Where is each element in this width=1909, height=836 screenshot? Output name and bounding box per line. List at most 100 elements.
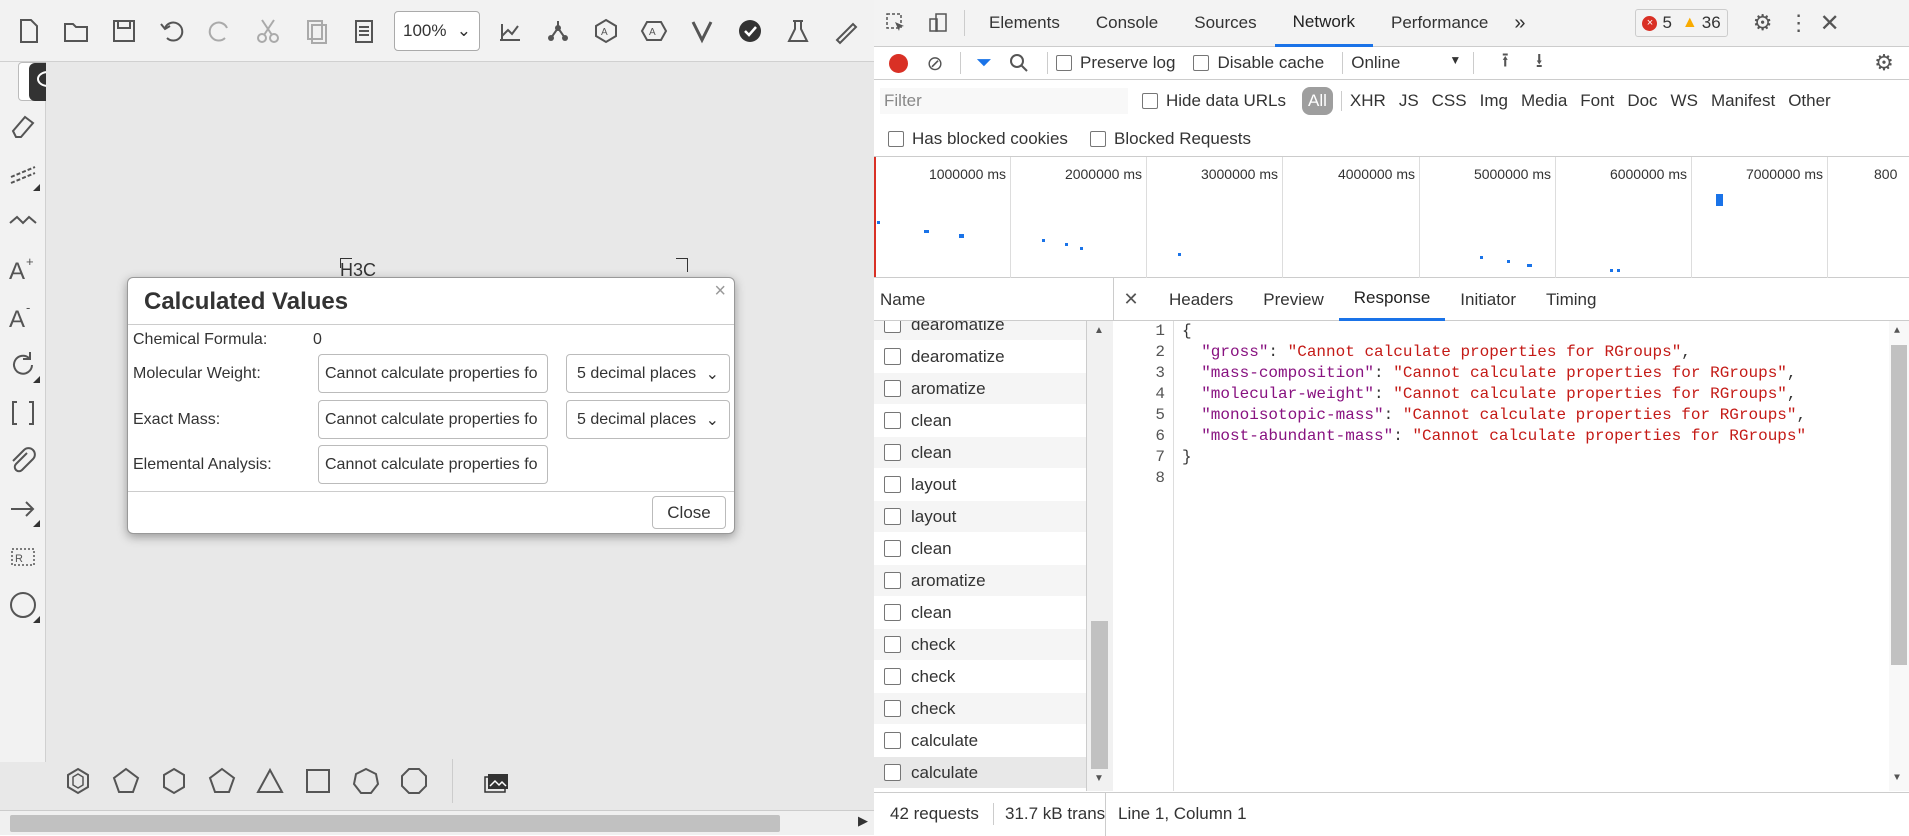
request-row[interactable]: calculate	[874, 725, 1086, 757]
elemental-analysis-field[interactable]: Cannot calculate properties fo	[318, 445, 548, 484]
request-row[interactable]: dearomatize	[874, 321, 1086, 341]
cyclopentane-template[interactable]	[198, 757, 246, 805]
tab-network[interactable]: Network	[1274, 0, 1373, 47]
clear-icon[interactable]: ⊘	[918, 51, 952, 76]
type-css[interactable]: CSS	[1432, 91, 1467, 111]
blocked-requests[interactable]: Blocked Requests	[1090, 126, 1251, 152]
shape-tool[interactable]	[0, 581, 46, 629]
more-options-icon[interactable]: ⋮	[1786, 10, 1812, 36]
attachment-tool[interactable]	[0, 437, 46, 485]
molecular-weight-field[interactable]: Cannot calculate properties fo	[318, 354, 548, 393]
scrollbar-thumb[interactable]	[10, 815, 780, 832]
has-blocked-cookies[interactable]: Has blocked cookies	[888, 126, 1068, 152]
type-ws[interactable]: WS	[1671, 91, 1698, 111]
scroll-up-icon[interactable]: ▲	[1894, 326, 1900, 337]
filter-input[interactable]: Filter	[880, 88, 1128, 114]
request-row[interactable]: aromatize	[874, 565, 1086, 597]
tab-response[interactable]: Response	[1338, 278, 1446, 321]
new-file-icon[interactable]	[4, 7, 52, 55]
tab-timing[interactable]: Timing	[1531, 278, 1611, 321]
network-overview-timeline[interactable]: 1000000 ms 2000000 ms 3000000 ms 4000000…	[874, 157, 1909, 278]
dialog-close-icon[interactable]: ×	[714, 280, 726, 303]
bond-tool[interactable]	[0, 149, 46, 197]
response-scrollbar[interactable]: ▲ ▼	[1889, 321, 1909, 791]
scroll-up-icon[interactable]: ▲	[1094, 325, 1104, 336]
tab-console[interactable]: Console	[1078, 0, 1176, 47]
has-blocked-cookies-checkbox[interactable]	[888, 131, 904, 147]
scrollbar-thumb[interactable]	[1091, 621, 1108, 769]
exact-mass-field[interactable]: Cannot calculate properties fo	[318, 400, 548, 439]
cycloheptane-template[interactable]	[342, 757, 390, 805]
issues-counter[interactable]: × 5 ▲ 36	[1635, 9, 1728, 37]
undo-icon[interactable]	[148, 7, 196, 55]
type-manifest[interactable]: Manifest	[1711, 91, 1775, 111]
scroll-down-icon[interactable]: ▼	[1094, 773, 1104, 784]
copy-icon[interactable]	[292, 7, 340, 55]
redo-icon[interactable]	[196, 7, 244, 55]
sgroup-tool[interactable]	[0, 389, 46, 437]
chain-tool[interactable]	[0, 197, 46, 245]
request-list-scrollbar[interactable]: ▲ ▼	[1087, 321, 1113, 791]
cyclopropane-template[interactable]	[246, 757, 294, 805]
tab-headers[interactable]: Headers	[1154, 278, 1248, 321]
type-img[interactable]: Img	[1480, 91, 1508, 111]
search-icon[interactable]	[999, 53, 1039, 73]
filter-icon[interactable]: ⏷	[969, 52, 999, 75]
reaction-arrow-tool[interactable]	[0, 485, 46, 533]
name-column-header[interactable]: Name	[880, 290, 925, 310]
request-row[interactable]: aromatize	[874, 373, 1086, 405]
benzene-template[interactable]	[54, 757, 102, 805]
cyclobutane-template[interactable]	[294, 757, 342, 805]
calculate-icon[interactable]	[774, 7, 822, 55]
paste-icon[interactable]	[340, 7, 388, 55]
request-row[interactable]: clean	[874, 597, 1086, 629]
type-xhr[interactable]: XHR	[1350, 91, 1386, 111]
open-file-icon[interactable]	[52, 7, 100, 55]
type-js[interactable]: JS	[1399, 91, 1419, 111]
request-row[interactable]: clean	[874, 405, 1086, 437]
clean-icon[interactable]	[534, 7, 582, 55]
tab-elements[interactable]: Elements	[971, 0, 1078, 47]
settings-gear-icon[interactable]: ⚙	[1740, 10, 1786, 36]
layout-icon[interactable]	[486, 7, 534, 55]
preserve-log-checkbox[interactable]	[1056, 55, 1072, 71]
device-toolbar-icon[interactable]	[918, 0, 958, 47]
template-library[interactable]	[473, 757, 521, 805]
pen-icon[interactable]	[822, 7, 870, 55]
more-tabs-icon[interactable]: »	[1506, 0, 1533, 47]
scroll-down-icon[interactable]: ▼	[1894, 773, 1900, 784]
hide-data-urls-checkbox[interactable]	[1142, 93, 1158, 109]
rgroup-tool[interactable]: R	[0, 533, 46, 581]
request-row[interactable]: layout	[874, 501, 1086, 533]
type-media[interactable]: Media	[1521, 91, 1567, 111]
charge-plus-tool[interactable]: A +	[0, 245, 46, 293]
tab-performance[interactable]: Performance	[1373, 0, 1506, 47]
inspect-element-icon[interactable]	[874, 0, 918, 47]
export-har-icon[interactable]: ⭳	[1524, 46, 1554, 80]
cut-icon[interactable]	[244, 7, 292, 55]
disable-cache-checkbox[interactable]	[1193, 55, 1210, 71]
zoom-select[interactable]: 100% ⌄	[394, 10, 480, 51]
check-icon[interactable]	[726, 7, 774, 55]
type-other[interactable]: Other	[1788, 91, 1831, 111]
cyclohexane-template[interactable]	[150, 757, 198, 805]
record-icon[interactable]	[878, 53, 918, 73]
throttle-select[interactable]: Online ▼	[1351, 53, 1461, 73]
request-row[interactable]: calculate	[874, 757, 1086, 789]
tab-initiator[interactable]: Initiator	[1445, 278, 1531, 321]
scrollbar-thumb[interactable]	[1891, 345, 1907, 665]
stereo-icon[interactable]	[678, 7, 726, 55]
type-font[interactable]: Font	[1580, 91, 1614, 111]
request-row[interactable]: check	[874, 693, 1086, 725]
exact-mass-decimals-select[interactable]: 5 decimal places ⌄	[566, 400, 730, 439]
request-row[interactable]: clean	[874, 437, 1086, 469]
eraser-tool[interactable]	[0, 101, 46, 149]
cyclopentadiene-template[interactable]	[102, 757, 150, 805]
network-settings-icon[interactable]: ⚙	[1859, 50, 1909, 76]
save-icon[interactable]	[100, 7, 148, 55]
request-row[interactable]: dearomatize	[874, 341, 1086, 373]
request-row[interactable]: layout	[874, 469, 1086, 501]
rotate-tool[interactable]	[0, 341, 46, 389]
tab-sources[interactable]: Sources	[1176, 0, 1274, 47]
import-har-icon[interactable]: ⭱	[1486, 46, 1524, 80]
